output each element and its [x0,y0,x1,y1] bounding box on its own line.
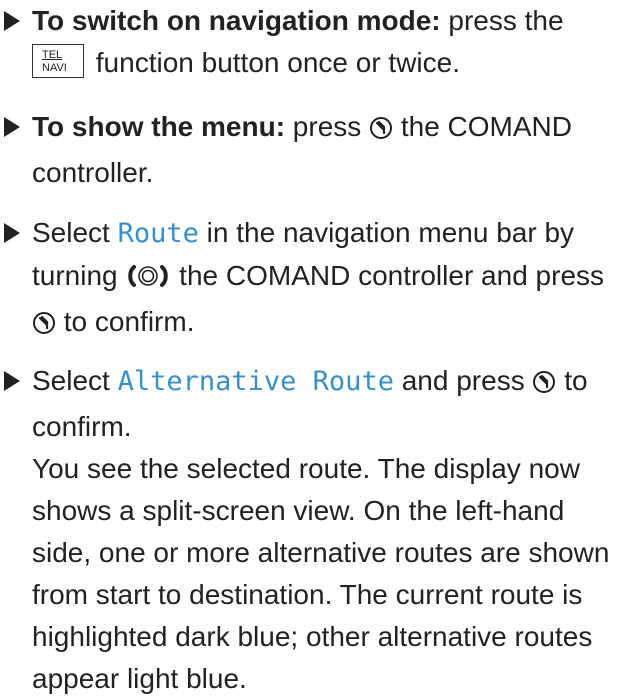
step-body: Select Alternative Route and press to co… [32,360,615,700]
tel-navi-button-icon: TEL NAVI [32,44,84,78]
instruction-page: To switch on navigation mode: press the … [0,0,619,694]
step-arrow-icon [4,117,20,137]
step-body: To show the menu: press the COMAND contr… [32,106,615,194]
step-text: and press [393,365,525,396]
step-text: press the [440,5,564,36]
step-arrow-icon [4,11,20,31]
step-text: press [285,111,362,142]
press-controller-icon [532,364,556,406]
key-label-top: TEL [42,49,63,61]
step-body: To switch on navigation mode: press the … [32,0,615,84]
step-heading: To show the menu: [32,111,286,142]
step-text: Select [32,365,118,396]
key-label-bottom: NAVI [42,62,67,74]
step-text: to confirm. [56,306,195,337]
press-controller-icon [32,305,56,347]
press-controller-icon [369,110,393,152]
step-text: Select [32,217,118,248]
turn-controller-icon [125,259,171,301]
display-text-route: Route [117,218,199,249]
step-arrow-icon [4,223,20,243]
step-text: the COMAND controller and press [171,260,605,291]
step-arrow-icon [4,371,20,391]
step-body: Select Route in the navigation menu bar … [32,212,615,347]
step-heading: To switch on navigation mode: [32,5,441,36]
display-text-alternative-route: Alternative Route [117,366,394,397]
step-text: function button once or twice. [88,47,460,78]
